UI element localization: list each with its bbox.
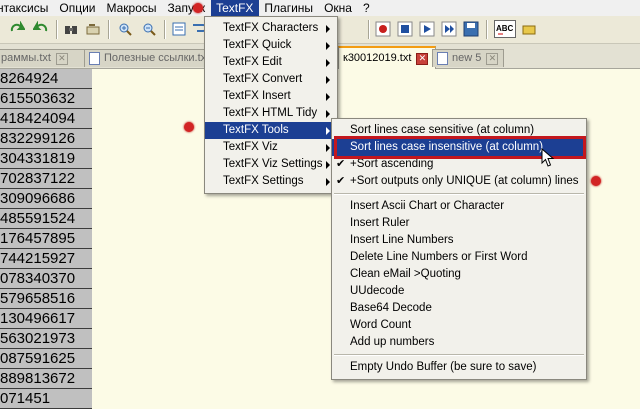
menu-item-textfx-tools[interactable]: TextFX Tools (205, 122, 337, 139)
menu-textfx[interactable]: TextFX (211, 0, 260, 16)
find-icon[interactable] (62, 20, 80, 38)
menu-item-add-up-numbers[interactable]: Add up numbers (332, 334, 586, 351)
checkmark-icon: ✔ (336, 175, 346, 187)
menu-item-textfx-quick[interactable]: TextFX Quick (205, 37, 337, 54)
menu-item-sort-unique[interactable]: ✔ +Sort outputs only UNIQUE (at column) l… (332, 173, 586, 190)
menu-item-uudecode[interactable]: UUdecode (332, 283, 586, 300)
submenu-arrow-icon (326, 127, 330, 135)
sync-icon[interactable] (170, 20, 188, 38)
tab-file-new5[interactable]: new 5 ✕ (432, 49, 504, 67)
close-icon[interactable]: ✕ (486, 52, 499, 65)
text-line: 744215927 (0, 249, 92, 269)
mouse-cursor-icon (541, 148, 555, 167)
menu-item-delete-line-numbers[interactable]: Delete Line Numbers or First Word (332, 249, 586, 266)
document-icon (437, 52, 448, 65)
text-line: 832299126 (0, 129, 92, 149)
menu-bar: нтаксисы Опции Макросы Запуск TextFX Пла… (0, 0, 640, 16)
tab-file-1[interactable]: раммы.txt ✕ (0, 49, 88, 67)
text-line: 309096686 (0, 189, 92, 209)
menu-item-sort-case-sensitive[interactable]: Sort lines case sensitive (at column) (332, 122, 586, 139)
tab-label: new 5 (452, 52, 482, 64)
spellcheck-icon[interactable]: ABC (494, 20, 516, 38)
menu-item-insert-ascii-chart[interactable]: Insert Ascii Chart or Character (332, 198, 586, 215)
submenu-arrow-icon (326, 178, 330, 186)
menu-item-empty-undo-buffer[interactable]: Empty Undo Buffer (be sure to save) (332, 359, 586, 376)
menu-help[interactable]: ? (358, 0, 376, 16)
run-macro-icon[interactable] (440, 20, 458, 38)
text-line: 087591625 (0, 349, 92, 369)
submenu-arrow-icon (326, 76, 330, 84)
annotation-dot (591, 176, 601, 186)
tab-label: раммы.txt (1, 52, 51, 64)
document-icon (89, 52, 100, 65)
menu-item-textfx-viz[interactable]: TextFX Viz (205, 139, 337, 156)
stop-macro-icon[interactable] (396, 20, 414, 38)
menu-run[interactable]: Запуск (163, 0, 212, 16)
submenu-arrow-icon (326, 42, 330, 50)
text-line: 130496617 (0, 309, 92, 329)
submenu-arrow-icon (326, 144, 330, 152)
menu-item-insert-ruler[interactable]: Insert Ruler (332, 215, 586, 232)
checkmark-icon: ✔ (336, 158, 346, 170)
plugin-icon[interactable] (520, 20, 538, 38)
menu-separator (334, 193, 584, 195)
text-line: 702837122 (0, 169, 92, 189)
menu-options[interactable]: Опции (54, 0, 101, 16)
menu-item-word-count[interactable]: Word Count (332, 317, 586, 334)
redo-icon[interactable] (8, 20, 26, 38)
text-line: 078340370 (0, 269, 92, 289)
editor-text[interactable]: 8264924 615503632 418424094 832299126 30… (0, 69, 92, 409)
svg-text:ABC: ABC (496, 24, 514, 33)
menu-item-textfx-insert[interactable]: TextFX Insert (205, 88, 337, 105)
record-macro-icon[interactable] (374, 20, 392, 38)
submenu-arrow-icon (326, 93, 330, 101)
tab-label: Полезные ссылки.txt (104, 52, 210, 64)
menu-item-insert-line-numbers[interactable]: Insert Line Numbers (332, 232, 586, 249)
text-line: 579658516 (0, 289, 92, 309)
tab-label: к30012019.txt (343, 52, 412, 64)
save-macro-icon[interactable] (462, 20, 480, 38)
submenu-arrow-icon (326, 25, 330, 33)
tab-file-2[interactable]: Полезные ссылки.txt ✕ (84, 49, 214, 67)
menu-item-textfx-settings[interactable]: TextFX Settings (205, 173, 337, 190)
menu-item-textfx-edit[interactable]: TextFX Edit (205, 54, 337, 71)
annotation-dot (184, 122, 194, 132)
zoom-out-icon[interactable] (140, 20, 158, 38)
menu-macros[interactable]: Макросы (102, 0, 163, 16)
menu-windows[interactable]: Окна (319, 0, 358, 16)
menu-item-textfx-viz-settings[interactable]: TextFX Viz Settings (205, 156, 337, 173)
tab-file-active[interactable]: к30012019.txt ✕ (338, 46, 436, 69)
text-line: 615503632 (0, 89, 92, 109)
close-icon[interactable]: ✕ (55, 52, 68, 65)
submenu-arrow-icon (326, 110, 330, 118)
menu-item-base64-decode[interactable]: Base64 Decode (332, 300, 586, 317)
menu-syntax[interactable]: нтаксисы (0, 0, 54, 16)
menu-separator (334, 354, 584, 356)
text-line: 485591524 (0, 209, 92, 229)
zoom-in-icon[interactable] (116, 20, 134, 38)
menu-item-textfx-characters[interactable]: TextFX Characters (205, 20, 337, 37)
text-line: 176457895 (0, 229, 92, 249)
menu-item-textfx-html-tidy[interactable]: TextFX HTML Tidy (205, 105, 337, 122)
close-icon[interactable]: ✕ (416, 52, 429, 65)
undo-icon[interactable] (32, 20, 50, 38)
menu-item-clean-email-quoting[interactable]: Clean eMail >Quoting (332, 266, 586, 283)
text-line: 071451 (0, 389, 92, 409)
text-line: 8264924 (0, 69, 92, 89)
textfx-menu: TextFX Characters TextFX Quick TextFX Ed… (204, 16, 338, 194)
annotation-dot (193, 3, 203, 13)
replace-icon[interactable] (84, 20, 102, 38)
text-line: 563021973 (0, 329, 92, 349)
text-line: 418424094 (0, 109, 92, 129)
text-line: 304331819 (0, 149, 92, 169)
submenu-arrow-icon (326, 161, 330, 169)
menu-item-textfx-convert[interactable]: TextFX Convert (205, 71, 337, 88)
text-line: 889813672 (0, 369, 92, 389)
play-macro-icon[interactable] (418, 20, 436, 38)
submenu-arrow-icon (326, 59, 330, 67)
menu-plugins[interactable]: Плагины (259, 0, 319, 16)
